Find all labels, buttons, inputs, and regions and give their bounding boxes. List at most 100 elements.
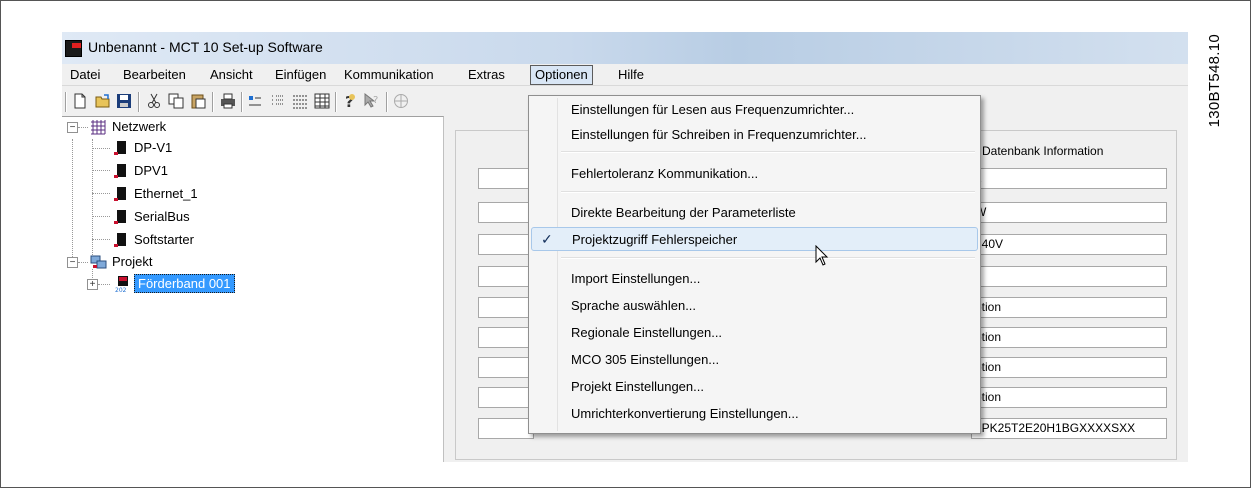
device-icon: [114, 232, 128, 248]
tree-label: Softstarter: [134, 232, 194, 247]
toolbar-separator: [241, 92, 243, 112]
left-field[interactable]: [478, 168, 534, 189]
device-icon: [114, 163, 128, 179]
paste-icon[interactable]: [190, 93, 206, 109]
database-field[interactable]: 2PK25T2E20H1BGXXXXSXX: [971, 418, 1167, 439]
device-icon: [114, 186, 128, 202]
database-field[interactable]: 240V: [971, 234, 1167, 255]
menu-bar: Datei Bearbeiten Ansicht Einfügen Kommun…: [62, 64, 1188, 86]
expand-icon[interactable]: +: [87, 279, 98, 290]
toolbar-separator: [386, 92, 388, 112]
menu-item-project-access-fault-log[interactable]: ✓ Projektzugriff Fehlerspeicher: [531, 227, 978, 251]
left-field[interactable]: [478, 327, 534, 348]
mouse-cursor-icon: [815, 245, 829, 266]
menu-item-label: MCO 305 Einstellungen...: [571, 352, 720, 367]
svg-text:202: 202: [115, 287, 127, 293]
menu-hilfe[interactable]: Hilfe: [615, 67, 647, 82]
copy-icon[interactable]: [168, 93, 184, 109]
left-field[interactable]: [478, 418, 534, 439]
database-field[interactable]: ption: [971, 357, 1167, 378]
menu-datei[interactable]: Datei: [67, 67, 103, 82]
menu-ansicht[interactable]: Ansicht: [207, 67, 256, 82]
app-logo-icon: [65, 40, 82, 57]
tree-node-serialbus[interactable]: SerialBus: [62, 207, 442, 227]
collapse-icon[interactable]: −: [67, 257, 78, 268]
print-icon[interactable]: [220, 93, 236, 109]
tree-node-dp-v1[interactable]: DP-V1: [62, 138, 442, 158]
new-file-icon[interactable]: [72, 93, 88, 109]
toolbar-separator: [138, 92, 140, 112]
menu-item-write-settings[interactable]: Einstellungen für Schreiben in Frequenzu…: [531, 123, 978, 147]
tree-label: Ethernet_1: [134, 186, 198, 201]
tree-label-foerderband: Förderband 001: [134, 274, 235, 293]
tree-label-project: Projekt: [112, 254, 153, 269]
menu-item-label: Projekt Einstellungen...: [571, 379, 704, 394]
open-folder-icon[interactable]: [95, 93, 111, 109]
menu-item-select-language[interactable]: Sprache auswählen...: [531, 294, 978, 318]
project-icon: [90, 255, 107, 269]
tree-label: SerialBus: [134, 209, 190, 224]
menu-item-read-settings[interactable]: Einstellungen für Lesen aus Frequenzumri…: [531, 98, 978, 122]
device-icon: [114, 209, 128, 225]
toolbar-separator: [335, 92, 337, 112]
left-field[interactable]: [478, 202, 534, 223]
cut-icon[interactable]: [146, 93, 162, 109]
tree-node-dpv1[interactable]: DPV1: [62, 161, 442, 181]
menu-einfuegen[interactable]: Einfügen: [272, 67, 329, 82]
list-view-icon[interactable]: [270, 93, 286, 109]
small-icons-view-icon[interactable]: [248, 93, 264, 109]
menu-item-direct-edit[interactable]: Direkte Bearbeitung der Parameterliste: [531, 201, 978, 225]
optionen-dropdown-menu: Einstellungen für Lesen aus Frequenzumri…: [528, 95, 981, 434]
menu-optionen[interactable]: Optionen: [530, 65, 593, 85]
menu-bearbeiten[interactable]: Bearbeiten: [120, 67, 189, 82]
left-field[interactable]: [478, 387, 534, 408]
database-info-header: Datenbank Information: [982, 144, 1104, 158]
menu-item-project-settings[interactable]: Projekt Einstellungen...: [531, 375, 978, 399]
database-field[interactable]: ption: [971, 297, 1167, 318]
device-icon: [114, 140, 128, 156]
menu-item-label: Einstellungen für Schreiben in Frequenzu…: [571, 127, 867, 142]
left-field[interactable]: [478, 266, 534, 287]
menu-separator: [561, 151, 975, 153]
help-icon[interactable]: ?: [342, 93, 358, 109]
window-title: Unbenannt - MCT 10 Set-up Software: [88, 39, 323, 55]
menu-item-label: Fehlertoleranz Kommunikation...: [571, 166, 759, 181]
toolbar-separator: [212, 92, 214, 112]
left-field[interactable]: [478, 297, 534, 318]
menu-item-regional-settings[interactable]: Regionale Einstellungen...: [531, 321, 978, 345]
project-tree: − Netzwerk DP-V1 DPV1 Ethernet_1 SerialB…: [62, 116, 444, 462]
tree-node-ethernet-1[interactable]: Ethernet_1: [62, 184, 442, 204]
tree-node-network[interactable]: − Netzwerk: [62, 117, 442, 137]
database-field[interactable]: ption: [971, 387, 1167, 408]
context-help-icon[interactable]: ?: [364, 93, 380, 109]
menu-kommunikation[interactable]: Kommunikation: [341, 67, 437, 82]
tree-node-softstarter[interactable]: Softstarter: [62, 230, 442, 250]
menu-item-label: Umrichterkonvertierung Einstellungen...: [571, 406, 799, 421]
menu-item-mco305-settings[interactable]: MCO 305 Einstellungen...: [531, 348, 978, 372]
menu-item-label: Regionale Einstellungen...: [571, 325, 723, 340]
tree-node-foerderband[interactable]: + 202 Förderband 001: [62, 274, 442, 294]
save-icon[interactable]: [116, 93, 132, 109]
title-bar[interactable]: Unbenannt - MCT 10 Set-up Software: [62, 32, 1188, 64]
database-field[interactable]: 2: [971, 168, 1167, 189]
network-grid-icon: [91, 120, 106, 135]
database-field[interactable]: [971, 266, 1167, 287]
menu-extras[interactable]: Extras: [465, 67, 508, 82]
network-icon[interactable]: [393, 93, 409, 109]
tree-node-project[interactable]: − Projekt: [62, 252, 442, 272]
left-field[interactable]: [478, 357, 534, 378]
menu-item-label: Import Einstellungen...: [571, 271, 701, 286]
left-field[interactable]: [478, 234, 534, 255]
collapse-icon[interactable]: −: [67, 122, 78, 133]
database-field[interactable]: ption: [971, 327, 1167, 348]
menu-item-import-settings[interactable]: Import Einstellungen...: [531, 267, 978, 291]
menu-item-label: Sprache auswählen...: [571, 298, 697, 313]
toolbar-grip: [65, 92, 67, 112]
database-field[interactable]: W: [971, 202, 1167, 223]
tree-label: DPV1: [134, 163, 168, 178]
menu-item-fault-tolerance[interactable]: Fehlertoleranz Kommunikation...: [531, 162, 978, 186]
menu-item-converter-settings[interactable]: Umrichterkonvertierung Einstellungen...: [531, 402, 978, 426]
figure-id-label: 130BT548.10: [1206, 34, 1223, 128]
grid-view-icon[interactable]: [314, 93, 330, 109]
details-view-icon[interactable]: [292, 93, 308, 109]
